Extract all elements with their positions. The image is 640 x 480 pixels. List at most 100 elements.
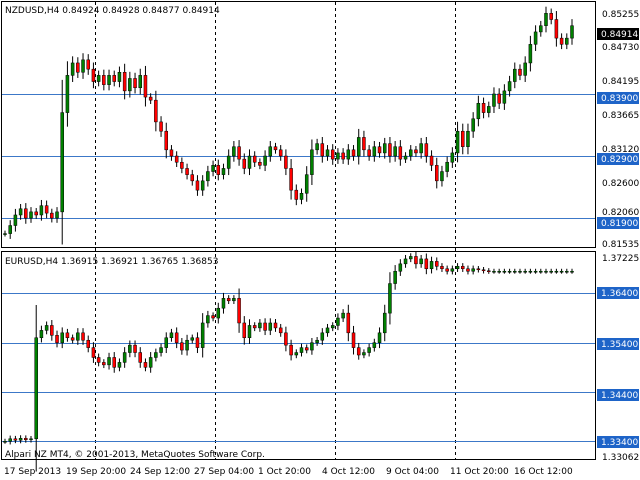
candle-body (435, 165, 439, 182)
candle-body (65, 75, 70, 113)
candle-body (429, 155, 434, 166)
candle-body (13, 214, 18, 226)
candle-body (294, 189, 299, 200)
candle-body (24, 438, 28, 441)
candle-body (351, 332, 356, 348)
candle-body (382, 143, 387, 154)
time-label: 11 Oct 20:00 (450, 467, 509, 477)
candle-body (513, 270, 517, 273)
candle-body (497, 270, 501, 273)
time-label: 9 Oct 04:00 (386, 467, 439, 477)
candle-body (471, 118, 475, 132)
candle-body (450, 152, 455, 163)
level-label: 1.36400 (601, 289, 638, 299)
candle-body (221, 168, 226, 175)
candle-body (565, 270, 569, 273)
top-pane-title: NZDUSD,H4 0.84924 0.84928 0.84877 0.8491… (5, 6, 220, 16)
candle-body (419, 143, 423, 154)
level-label: 0.83900 (601, 94, 638, 104)
candle-body (315, 339, 319, 343)
candle-body (242, 158, 247, 169)
candle-body (388, 283, 392, 314)
candle-body (570, 25, 574, 39)
candle-body (96, 357, 101, 363)
candle-body (424, 143, 429, 157)
candle-body (60, 112, 64, 213)
candle-body (310, 342, 314, 351)
candle-body (133, 78, 137, 89)
candle-body (533, 31, 538, 45)
candle-body (107, 75, 111, 85)
candle-body (445, 268, 449, 272)
candle-body (76, 332, 80, 341)
candle-body (414, 149, 418, 154)
candle-body (252, 155, 257, 163)
candle-body (221, 298, 226, 309)
candle-body (393, 270, 397, 284)
candle-body (492, 93, 496, 107)
candle-body (336, 317, 340, 326)
candle-body (29, 211, 33, 219)
candle-body (112, 75, 116, 82)
candle-body (289, 344, 293, 356)
candle-body (299, 193, 304, 200)
candle-body (419, 258, 423, 265)
candle-body (107, 357, 111, 366)
candle-body (8, 438, 12, 442)
candle-body (55, 211, 59, 219)
candle-body (258, 322, 262, 329)
bottom-pane-title: EURUSD,H4 1.36915 1.36921 1.36765 1.3685… (5, 257, 218, 267)
mt4-chart-window[interactable]: NZDUSD,H4 0.84924 0.84928 0.84877 0.8491… (0, 0, 640, 480)
candle-body (44, 205, 49, 214)
time-axis: 17 Sep 2013 19 Sep 20:00 24 Sep 12:00 27… (4, 467, 573, 477)
candle-body (398, 263, 403, 272)
candle-body (554, 270, 559, 273)
candle-body (377, 332, 382, 343)
candle-body (242, 322, 247, 339)
candle-body (70, 337, 75, 341)
price-tick: 0.81535 (602, 240, 639, 250)
candle-body (143, 75, 148, 98)
candle-body (403, 155, 408, 160)
candle-body (195, 180, 200, 191)
candle-body (29, 438, 33, 441)
candle-body (86, 339, 90, 348)
candle-body (200, 322, 205, 348)
candle-body (3, 440, 7, 443)
candle-body (507, 81, 512, 92)
candle-body (367, 149, 371, 157)
candle-body (481, 103, 486, 113)
candle-body (414, 256, 418, 265)
candle-body (44, 325, 49, 331)
candle-body (143, 362, 148, 368)
candle-body (565, 37, 569, 45)
candle-body (185, 168, 189, 175)
candle-body (544, 270, 548, 273)
candle-body (211, 315, 215, 319)
candle-body (237, 146, 241, 160)
candle-body (232, 298, 236, 302)
candle-body (440, 171, 444, 182)
candle-body (3, 233, 7, 235)
candle-body (518, 68, 522, 76)
candle-body (559, 270, 564, 273)
candle-body (502, 270, 507, 273)
candle-body (544, 13, 548, 26)
candle-body (164, 130, 169, 151)
candle-body (247, 325, 252, 339)
price-tick: 0.83665 (602, 111, 639, 121)
candle-body (362, 352, 366, 356)
candle-body (133, 344, 137, 353)
price-tick: 0.82060 (602, 208, 639, 218)
candle-body (60, 332, 64, 343)
candle-body (408, 256, 413, 260)
candle-body (299, 347, 304, 353)
candle-body (554, 19, 559, 39)
candle-body (258, 161, 262, 166)
candle-body (65, 332, 70, 339)
candle-body (159, 121, 163, 132)
candle-body (424, 258, 429, 270)
candle-body (523, 62, 527, 76)
candle-body (346, 312, 351, 334)
candle-body (34, 211, 38, 216)
